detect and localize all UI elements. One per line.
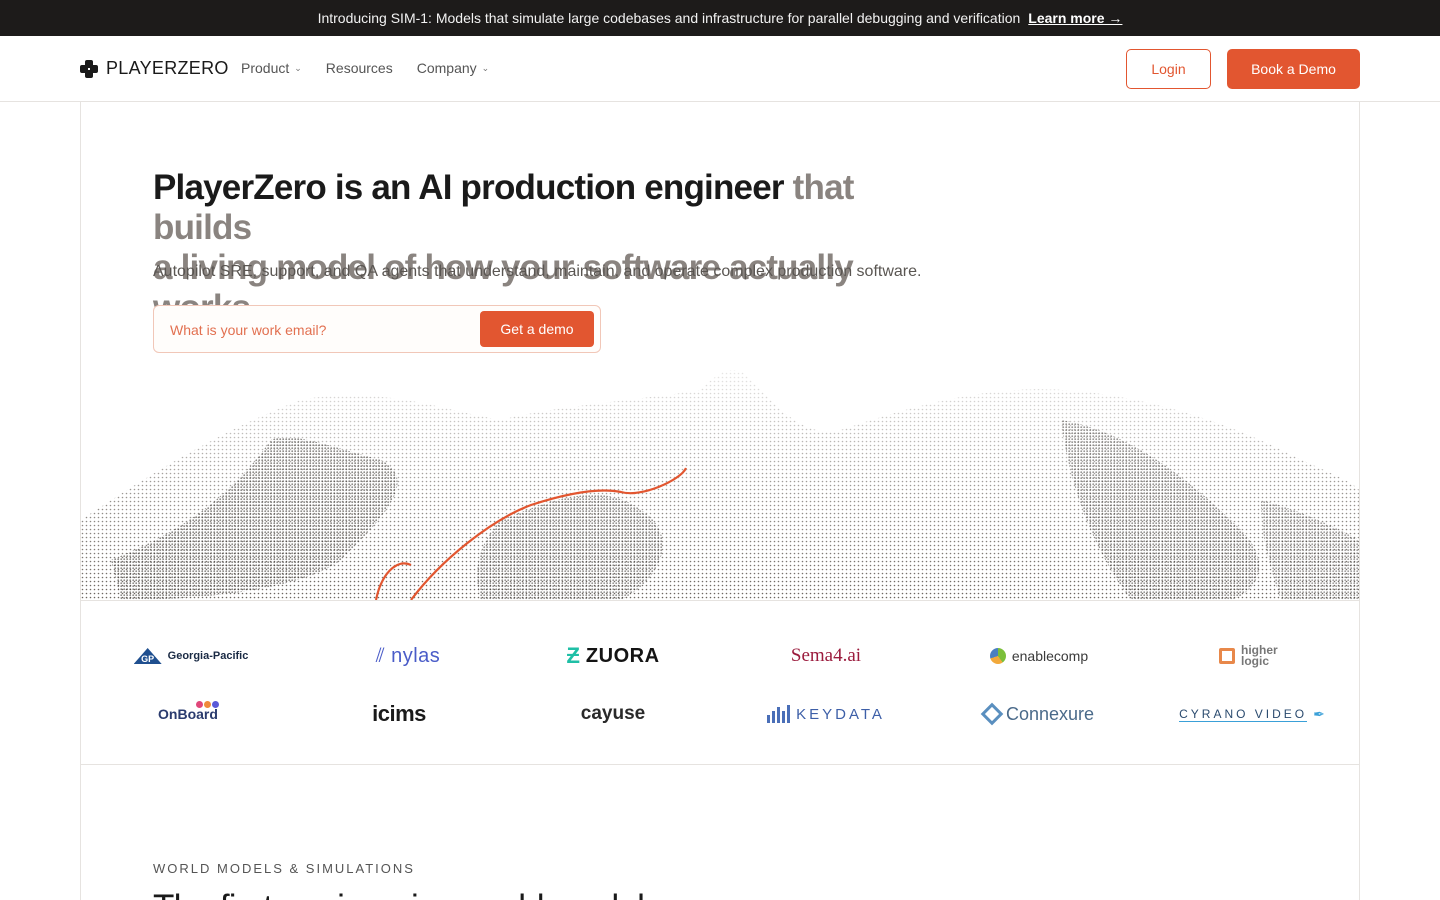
nav-item-product[interactable]: Product ⌄ [241, 60, 302, 76]
logo-cayuse-text: cayuse [580, 703, 646, 724]
logo-sema4-text: Sema4.ai [790, 645, 862, 666]
higher-logic-icon [1219, 648, 1235, 664]
zuora-icon: Ƶ [566, 643, 580, 668]
logo-icims-text: icims [372, 701, 426, 726]
chevron-down-icon: ⌄ [294, 62, 302, 73]
logo-higher-logic-text: higher logic [1241, 643, 1278, 668]
enablecomp-icon [989, 648, 1006, 664]
logo-keydata-text: KEYDATA [796, 705, 885, 723]
customer-logos: GP Georgia-Pacific ⫽ nylas Ƶ ZUORA Sema4… [81, 600, 1359, 765]
nav-item-product-label: Product [241, 60, 290, 76]
connexure-icon [980, 702, 1004, 726]
login-button[interactable]: Login [1126, 49, 1211, 89]
logo-sema4: Sema4.ai [736, 641, 916, 671]
announcement-learn-more-link[interactable]: Learn more → [1028, 10, 1122, 26]
logo-nylas: ⫽ nylas [318, 641, 498, 671]
logo-enablecomp: enablecomp [949, 641, 1129, 671]
work-email-input[interactable] [170, 318, 470, 342]
book-demo-button[interactable]: Book a Demo [1227, 49, 1360, 89]
logo-cyrano-video-text: CYRANO VIDEO [1179, 706, 1308, 722]
logo-onboard-text: OnBoard [158, 706, 218, 722]
logo-connexure: Connexure [949, 699, 1129, 729]
hero-subtitle: Autopilot SRE, support, and QA agents th… [153, 263, 922, 280]
logo-higher-logic: higher logic [1162, 641, 1342, 671]
announcement-bar: Introducing SIM-1: Models that simulate … [0, 0, 1440, 36]
email-signup-form: Get a demo [153, 305, 601, 353]
logo-connexure-text: Connexure [1005, 703, 1095, 724]
logo-georgia-pacific: GP Georgia-Pacific [101, 641, 281, 671]
hero-title: PlayerZero is an AI production engineer … [153, 168, 953, 328]
logo-enablecomp-text: enablecomp [1011, 648, 1089, 664]
announcement-text: Introducing SIM-1: Models that simulate … [317, 10, 1021, 26]
brand-name: PLAYERZERO [106, 58, 229, 78]
get-demo-button[interactable]: Get a demo [480, 311, 594, 347]
logo-cayuse: cayuse [523, 699, 703, 729]
playerzero-logo-icon [80, 59, 98, 78]
logo-cyrano-video: CYRANO VIDEO ✒ [1162, 699, 1342, 729]
nav-item-resources-label: Resources [325, 60, 393, 76]
nav-item-company[interactable]: Company ⌄ [417, 60, 489, 76]
nav-item-company-label: Company [416, 60, 477, 76]
feather-icon: ✒ [1313, 705, 1325, 722]
logo-zuora-text: ZUORA [585, 644, 660, 667]
nav-menu: Product ⌄ Resources Company ⌄ [241, 60, 489, 76]
brand-logo[interactable]: PLAYERZERO [80, 58, 229, 79]
logo-nylas-text: nylas [391, 644, 441, 667]
section-title: The first engineering world model [153, 888, 645, 900]
nylas-icon: ⫽ [375, 644, 386, 667]
top-nav: PLAYERZERO Product ⌄ Resources Company ⌄… [0, 36, 1440, 102]
onboard-dots-icon [196, 701, 219, 708]
nav-item-resources[interactable]: Resources [326, 60, 393, 76]
chevron-down-icon: ⌄ [481, 62, 490, 73]
logo-icims: icims [309, 699, 489, 729]
keydata-bars-icon [767, 705, 791, 723]
section-eyebrow: WORLD MODELS & SIMULATIONS [153, 861, 415, 876]
logo-georgia-pacific-text: Georgia-Pacific [167, 650, 249, 662]
logo-keydata: KEYDATA [736, 699, 916, 729]
logo-zuora: Ƶ ZUORA [523, 641, 703, 671]
georgia-pacific-icon: GP [133, 648, 162, 664]
hero-title-strong: PlayerZero is an AI production engineer [153, 168, 785, 207]
logo-onboard: OnBoard [98, 699, 278, 729]
terrain-illustration [81, 370, 1359, 600]
